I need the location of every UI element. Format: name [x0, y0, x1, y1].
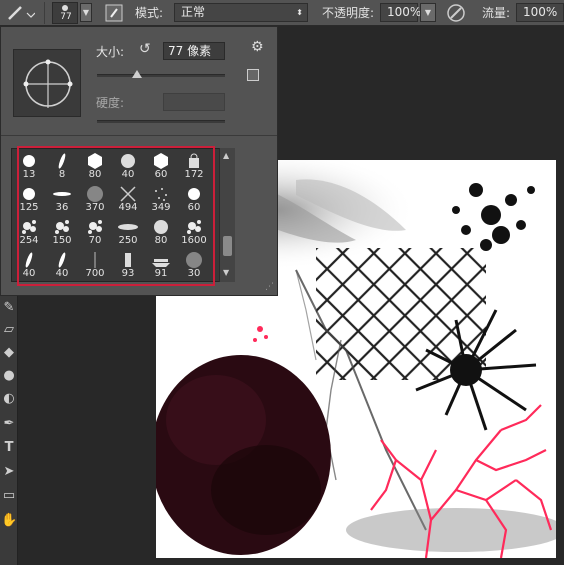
size-label: 大小:: [96, 45, 125, 59]
eraser-icon[interactable]: ▱: [1, 322, 17, 338]
size-slider-thumb[interactable]: [131, 70, 142, 78]
brush-preset-picker[interactable]: 77: [52, 2, 78, 24]
toggle-brush-panel-icon[interactable]: [104, 3, 124, 23]
opacity-label: 不透明度:: [322, 6, 375, 20]
opacity-value: 100%: [387, 5, 422, 19]
crosshair-icon: [23, 59, 73, 108]
size-slider[interactable]: [97, 74, 225, 77]
dodge-tool-icon[interactable]: ◐: [1, 391, 17, 407]
mode-dropdown[interactable]: 正常 ⬍: [174, 3, 308, 22]
paint-bucket-icon[interactable]: ◆: [1, 345, 17, 361]
hand-tool-icon[interactable]: ✋: [1, 513, 17, 529]
brush-tip-icon: [62, 5, 68, 11]
presets-scrollbar[interactable]: ▲ ▼: [219, 148, 235, 282]
type-tool-icon[interactable]: T: [1, 440, 17, 456]
new-preset-icon[interactable]: [247, 69, 259, 81]
flow-input[interactable]: 100%: [516, 3, 564, 22]
opacity-dropdown-icon[interactable]: ▼: [420, 3, 436, 22]
rectangle-tool-icon[interactable]: ▭: [1, 488, 17, 504]
hardness-input[interactable]: [163, 93, 225, 111]
hardness-label: 硬度:: [96, 96, 125, 110]
pen-tool-icon[interactable]: ✒: [1, 416, 17, 432]
tools-panel: ✎ ▱ ◆ ● ◐ ✒ T ➤ ▭ ✋: [0, 290, 18, 565]
path-select-icon[interactable]: ➤: [1, 464, 17, 480]
updown-icon: ⬍: [296, 8, 303, 17]
size-input[interactable]: 77 像素: [163, 42, 225, 60]
pressure-opacity-icon[interactable]: [446, 3, 466, 23]
divider: [1, 135, 277, 136]
brush-size-readout: 77: [60, 12, 72, 22]
highlight-box: [17, 146, 215, 286]
blur-tool-icon[interactable]: ●: [1, 368, 17, 384]
flow-value: 100%: [523, 5, 558, 19]
gear-icon[interactable]: ⚙: [251, 39, 264, 55]
reset-size-icon[interactable]: ↺: [139, 41, 151, 57]
mode-value: 正常: [181, 5, 206, 19]
flow-label: 流量:: [482, 6, 511, 20]
scroll-thumb[interactable]: [223, 236, 232, 256]
separator: [44, 2, 45, 24]
scroll-down-icon[interactable]: ▼: [223, 268, 229, 277]
mode-label: 模式:: [135, 6, 164, 20]
brush-tool-icon[interactable]: [5, 3, 36, 23]
history-brush-icon[interactable]: ✎: [1, 300, 17, 316]
options-bar: 77 ▼ 模式: 正常 ⬍ 不透明度: 100% ▼ 流量: 100%: [0, 0, 564, 26]
chevron-down-icon[interactable]: ▼: [80, 3, 92, 22]
opacity-input[interactable]: 100%: [380, 3, 422, 22]
resize-grip-icon[interactable]: ⋰: [265, 282, 274, 292]
scroll-up-icon[interactable]: ▲: [223, 151, 229, 160]
hardness-slider[interactable]: [97, 120, 225, 123]
brush-angle-preview[interactable]: [13, 49, 81, 117]
